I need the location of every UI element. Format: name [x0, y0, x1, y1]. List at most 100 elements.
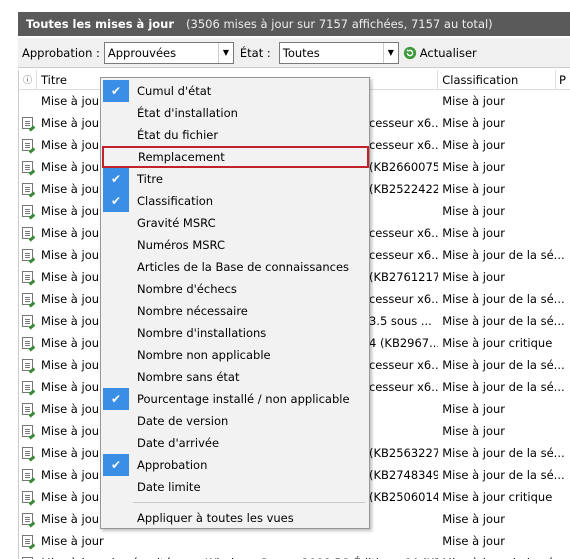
info-column-header[interactable]: ⓘ [19, 70, 37, 90]
menu-item-label: Nombre non applicable [137, 348, 271, 362]
row-classification: Mise à jour critique [442, 490, 553, 504]
row-classification: Mise à jour de la sé... [442, 468, 565, 482]
row-title-text: Mise à jour [40, 226, 104, 240]
update-document-icon [22, 513, 34, 525]
menu-item-nombre-necessaire[interactable]: Nombre nécessaire [103, 300, 367, 322]
menu-item-label: Date d'arrivée [137, 436, 220, 450]
row-classification: Mise à jour critique [442, 336, 553, 350]
approval-label: Approbation : [22, 45, 100, 60]
menu-item-apply-all-views[interactable]: Appliquer à toutes les vues [103, 507, 367, 529]
update-document-icon [22, 469, 34, 481]
update-document-icon [22, 447, 34, 459]
table-row[interactable]: Mise à jour de sécurité pour Windows Ser… [19, 552, 570, 559]
row-title-text: Mise à jour [40, 314, 104, 328]
update-document-icon [22, 249, 34, 261]
menu-item-classification[interactable]: ✔ Classification [103, 190, 367, 212]
menu-item-label: Approbation [137, 458, 208, 472]
menu-item-gravite-msrc[interactable]: Gravité MSRC [103, 212, 367, 234]
checkmark-icon [103, 234, 129, 256]
menu-item-articles-de-la-base-de-connaissances[interactable]: Articles de la Base de connaissances [103, 256, 367, 278]
approval-value: Approuvées [107, 45, 177, 60]
row-icon-cell [19, 381, 37, 393]
classification-column-header[interactable]: Classification [438, 70, 557, 90]
menu-item-titre[interactable]: ✔ Titre [103, 168, 367, 190]
refresh-icon [403, 46, 416, 59]
menu-item-nombre-sans-etat[interactable]: Nombre sans état [103, 366, 367, 388]
checkmark-icon [103, 322, 129, 344]
menu-item-numeros-msrc[interactable]: Numéros MSRC [103, 234, 367, 256]
row-title-text: Mise à jour [40, 94, 104, 108]
row-icon-cell [19, 271, 37, 283]
menu-item-label: Gravité MSRC [137, 216, 216, 230]
row-title-text: Mise à jour [40, 204, 104, 218]
menu-item-cumul-d-etat[interactable]: ✔ Cumul d'état [103, 80, 367, 102]
row-classification: Mise à jour [442, 204, 506, 218]
menu-item-approbation[interactable]: ✔ Approbation [103, 454, 367, 476]
chevron-down-icon[interactable]: ▼ [217, 42, 233, 63]
row-classification: Mise à jour [442, 182, 506, 196]
menu-item-date-limite[interactable]: Date limite [103, 476, 367, 498]
menu-item-date-d-arrivee[interactable]: Date d'arrivée [103, 432, 367, 454]
row-classification: Mise à jour [442, 512, 506, 526]
menu-item-label: Date de version [137, 414, 229, 428]
menu-item-label: Pourcentage installé / non applicable [137, 392, 350, 406]
menu-item-label: Articles de la Base de connaissances [137, 260, 350, 274]
row-title-suffix: (KB2563227) [366, 446, 439, 460]
row-title-suffix: cesseur x6... [366, 292, 439, 306]
menu-item-date-de-version[interactable]: Date de version [103, 410, 367, 432]
update-document-icon [22, 293, 34, 305]
menu-item-label: État du fichier [137, 128, 219, 142]
chevron-down-icon[interactable]: ▼ [382, 42, 398, 63]
update-document-icon [22, 271, 34, 283]
menu-item-label: Classification [137, 194, 214, 208]
checkmark-icon [104, 146, 130, 168]
menu-item-label: Appliquer à toutes les vues [137, 511, 294, 525]
row-classification: Mise à jour de la sé... [442, 292, 565, 306]
menu-item-nombre-d-installations[interactable]: Nombre d'installations [103, 322, 367, 344]
menu-item-label: Remplacement [138, 150, 225, 164]
checkmark-icon [103, 344, 129, 366]
row-title-suffix: 4 (KB2967... [366, 336, 439, 350]
checkmark-icon [103, 366, 129, 388]
row-title-text: Mise à jour [40, 490, 104, 504]
row-icon-cell [19, 227, 37, 239]
row-classification: Mise à jour [442, 270, 506, 284]
row-title-suffix: cesseur x6... [366, 248, 439, 262]
row-icon-cell [19, 425, 37, 437]
approval-dropdown[interactable]: Approuvées ▼ [103, 41, 234, 64]
row-icon-cell [19, 249, 37, 261]
menu-item-etat-du-fichier[interactable]: État du fichier [103, 124, 367, 146]
row-classification: Mise à jour [442, 94, 506, 108]
menu-item-nombre-non-applicable[interactable]: Nombre non applicable [103, 344, 367, 366]
row-title-text: Mise à jour [40, 358, 104, 372]
row-classification: Mise à jour [442, 424, 506, 438]
row-icon-cell [19, 293, 37, 305]
menu-item-nombre-d-echecs[interactable]: Nombre d'échecs [103, 278, 367, 300]
state-dropdown[interactable]: Toutes ▼ [278, 41, 399, 64]
row-icon-cell [19, 205, 37, 217]
menu-separator [133, 502, 365, 503]
table-row[interactable]: Mise à jour Mise à jour [19, 530, 570, 552]
row-title-text: Mise à jour [40, 336, 104, 350]
menu-item-remplacement[interactable]: Remplacement [102, 146, 369, 168]
row-title-suffix: cesseur x6... [366, 116, 439, 130]
checkmark-icon [103, 212, 129, 234]
row-icon-cell [19, 469, 37, 481]
row-title-text: Mise à jour [40, 160, 104, 174]
update-document-icon [22, 337, 34, 349]
row-title-suffix: cesseur x6... [366, 380, 439, 394]
update-document-icon [22, 425, 34, 437]
checkmark-icon [103, 124, 129, 146]
menu-item-etat-d-installation[interactable]: État d'installation [103, 102, 367, 124]
menu-item-label: Numéros MSRC [137, 238, 225, 252]
menu-item-pourcentage-installe-non-applicable[interactable]: ✔ Pourcentage installé / non applicable [103, 388, 367, 410]
checkmark-icon [103, 300, 129, 322]
row-icon-cell [19, 183, 37, 195]
menu-item-label: Date limite [137, 480, 201, 494]
checkmark-icon [103, 278, 129, 300]
panel-title: Toutes les mises à jour [26, 17, 175, 31]
menu-item-label: Nombre d'échecs [137, 282, 237, 296]
row-icon-cell [19, 535, 37, 547]
refresh-button[interactable]: Actualiser [403, 46, 477, 60]
extra-column-header[interactable]: P [556, 73, 570, 87]
